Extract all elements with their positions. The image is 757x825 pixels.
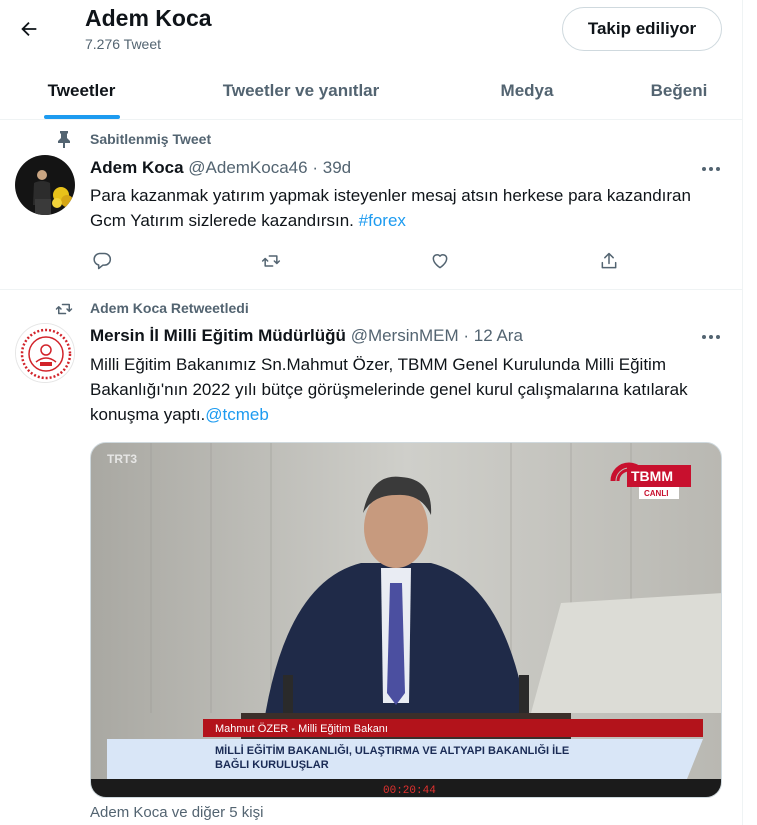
tweet-count: 7.276 Tweet <box>85 36 162 52</box>
tbmm-logo-text: TBMM <box>631 468 673 484</box>
tweet-divider <box>0 289 743 290</box>
tab-label: Tweetler <box>47 80 116 100</box>
like-button[interactable] <box>428 249 452 273</box>
separator: · <box>312 158 318 177</box>
share-icon <box>601 252 617 269</box>
author-line: Adem Koca @AdemKoca46 · 39d <box>90 158 351 178</box>
lower-third-caption-1: MİLLİ EĞİTİM BAKANLIĞI, ULAŞTIRMA VE ALT… <box>215 744 569 757</box>
author-handle[interactable]: @MersinMEM <box>351 326 459 345</box>
tweet-text: Milli Eğitim Bakanımız Sn.Mahmut Özer, T… <box>90 352 730 427</box>
profile-tabs: Tweetler Tweetler ve yanıtlar Medya Beğe… <box>0 62 743 120</box>
video-still: Mahmut ÖZER - Milli Eğitim Bakanı MİLLİ … <box>91 443 721 797</box>
broadcast-clock: 00:20:44 <box>383 785 436 797</box>
tab-likes[interactable]: Beğeni <box>615 62 743 119</box>
tbmm-live-label: CANLI <box>644 489 668 498</box>
trt3-logo: TRT3 <box>107 452 137 466</box>
timestamp[interactable]: 39d <box>323 158 351 177</box>
profile-name: Adem Koca <box>85 5 212 31</box>
retweet-context-icon <box>54 299 74 319</box>
back-button[interactable] <box>12 12 46 46</box>
tab-label: Beğeni <box>650 80 708 100</box>
author-line: Mersin İl Milli Eğitim Müdürlüğü @Mersin… <box>90 326 523 346</box>
author-name[interactable]: Mersin İl Milli Eğitim Müdürlüğü <box>90 326 346 345</box>
following-button[interactable]: Takip ediliyor <box>562 7 722 51</box>
avatar[interactable] <box>15 323 75 383</box>
profile-timeline-column: Adem Koca 7.276 Tweet Takip ediliyor Twe… <box>0 0 743 825</box>
liked-by-line[interactable]: Adem Koca ve diğer 5 kişi <box>90 804 263 821</box>
tab-media[interactable]: Medya <box>439 62 615 119</box>
more-button[interactable] <box>696 159 726 179</box>
mention-link[interactable]: @tcmeb <box>205 405 269 424</box>
pinned-label: Sabitlenmiş Tweet <box>90 131 212 147</box>
retweet-button[interactable] <box>259 249 283 273</box>
retweet-icon <box>261 255 281 267</box>
hashtag-link[interactable]: #forex <box>359 211 406 230</box>
reply-icon <box>93 252 112 270</box>
tweet-media-image[interactable]: Mahmut ÖZER - Milli Eğitim Bakanı MİLLİ … <box>90 442 722 798</box>
tweet-body: Milli Eğitim Bakanımız Sn.Mahmut Özer, T… <box>90 355 688 424</box>
retweet-label[interactable]: Adem Koca Retweetledi <box>90 300 249 316</box>
active-tab-indicator <box>43 115 120 119</box>
back-arrow-icon <box>21 21 37 37</box>
separator: · <box>463 326 470 345</box>
tweet-text: Para kazanmak yatırım yapmak isteyenler … <box>90 183 730 233</box>
more-icon <box>702 335 720 339</box>
more-icon <box>702 167 720 171</box>
pin-icon <box>54 129 74 149</box>
tab-tweets[interactable]: Tweetler <box>0 62 163 119</box>
tab-label: Tweetler ve yanıtlar <box>222 80 380 100</box>
lower-third-name: Mahmut ÖZER - Milli Eğitim Bakanı <box>215 723 388 735</box>
more-button[interactable] <box>696 327 726 347</box>
lower-third-caption-2: BAĞLI KURULUŞLAR <box>215 758 329 771</box>
heart-icon <box>432 254 448 269</box>
author-name[interactable]: Adem Koca <box>90 158 184 177</box>
share-button[interactable] <box>597 249 621 273</box>
reply-button[interactable] <box>90 249 114 273</box>
timestamp[interactable]: 12 Ara <box>474 326 523 345</box>
tab-tweets-and-replies[interactable]: Tweetler ve yanıtlar <box>163 62 439 119</box>
author-handle[interactable]: @AdemKoca46 <box>188 158 307 177</box>
profile-header: Adem Koca 7.276 Tweet Takip ediliyor <box>0 0 743 62</box>
tweet-actions <box>90 249 630 273</box>
tab-label: Medya <box>500 80 554 100</box>
avatar[interactable] <box>15 155 75 215</box>
